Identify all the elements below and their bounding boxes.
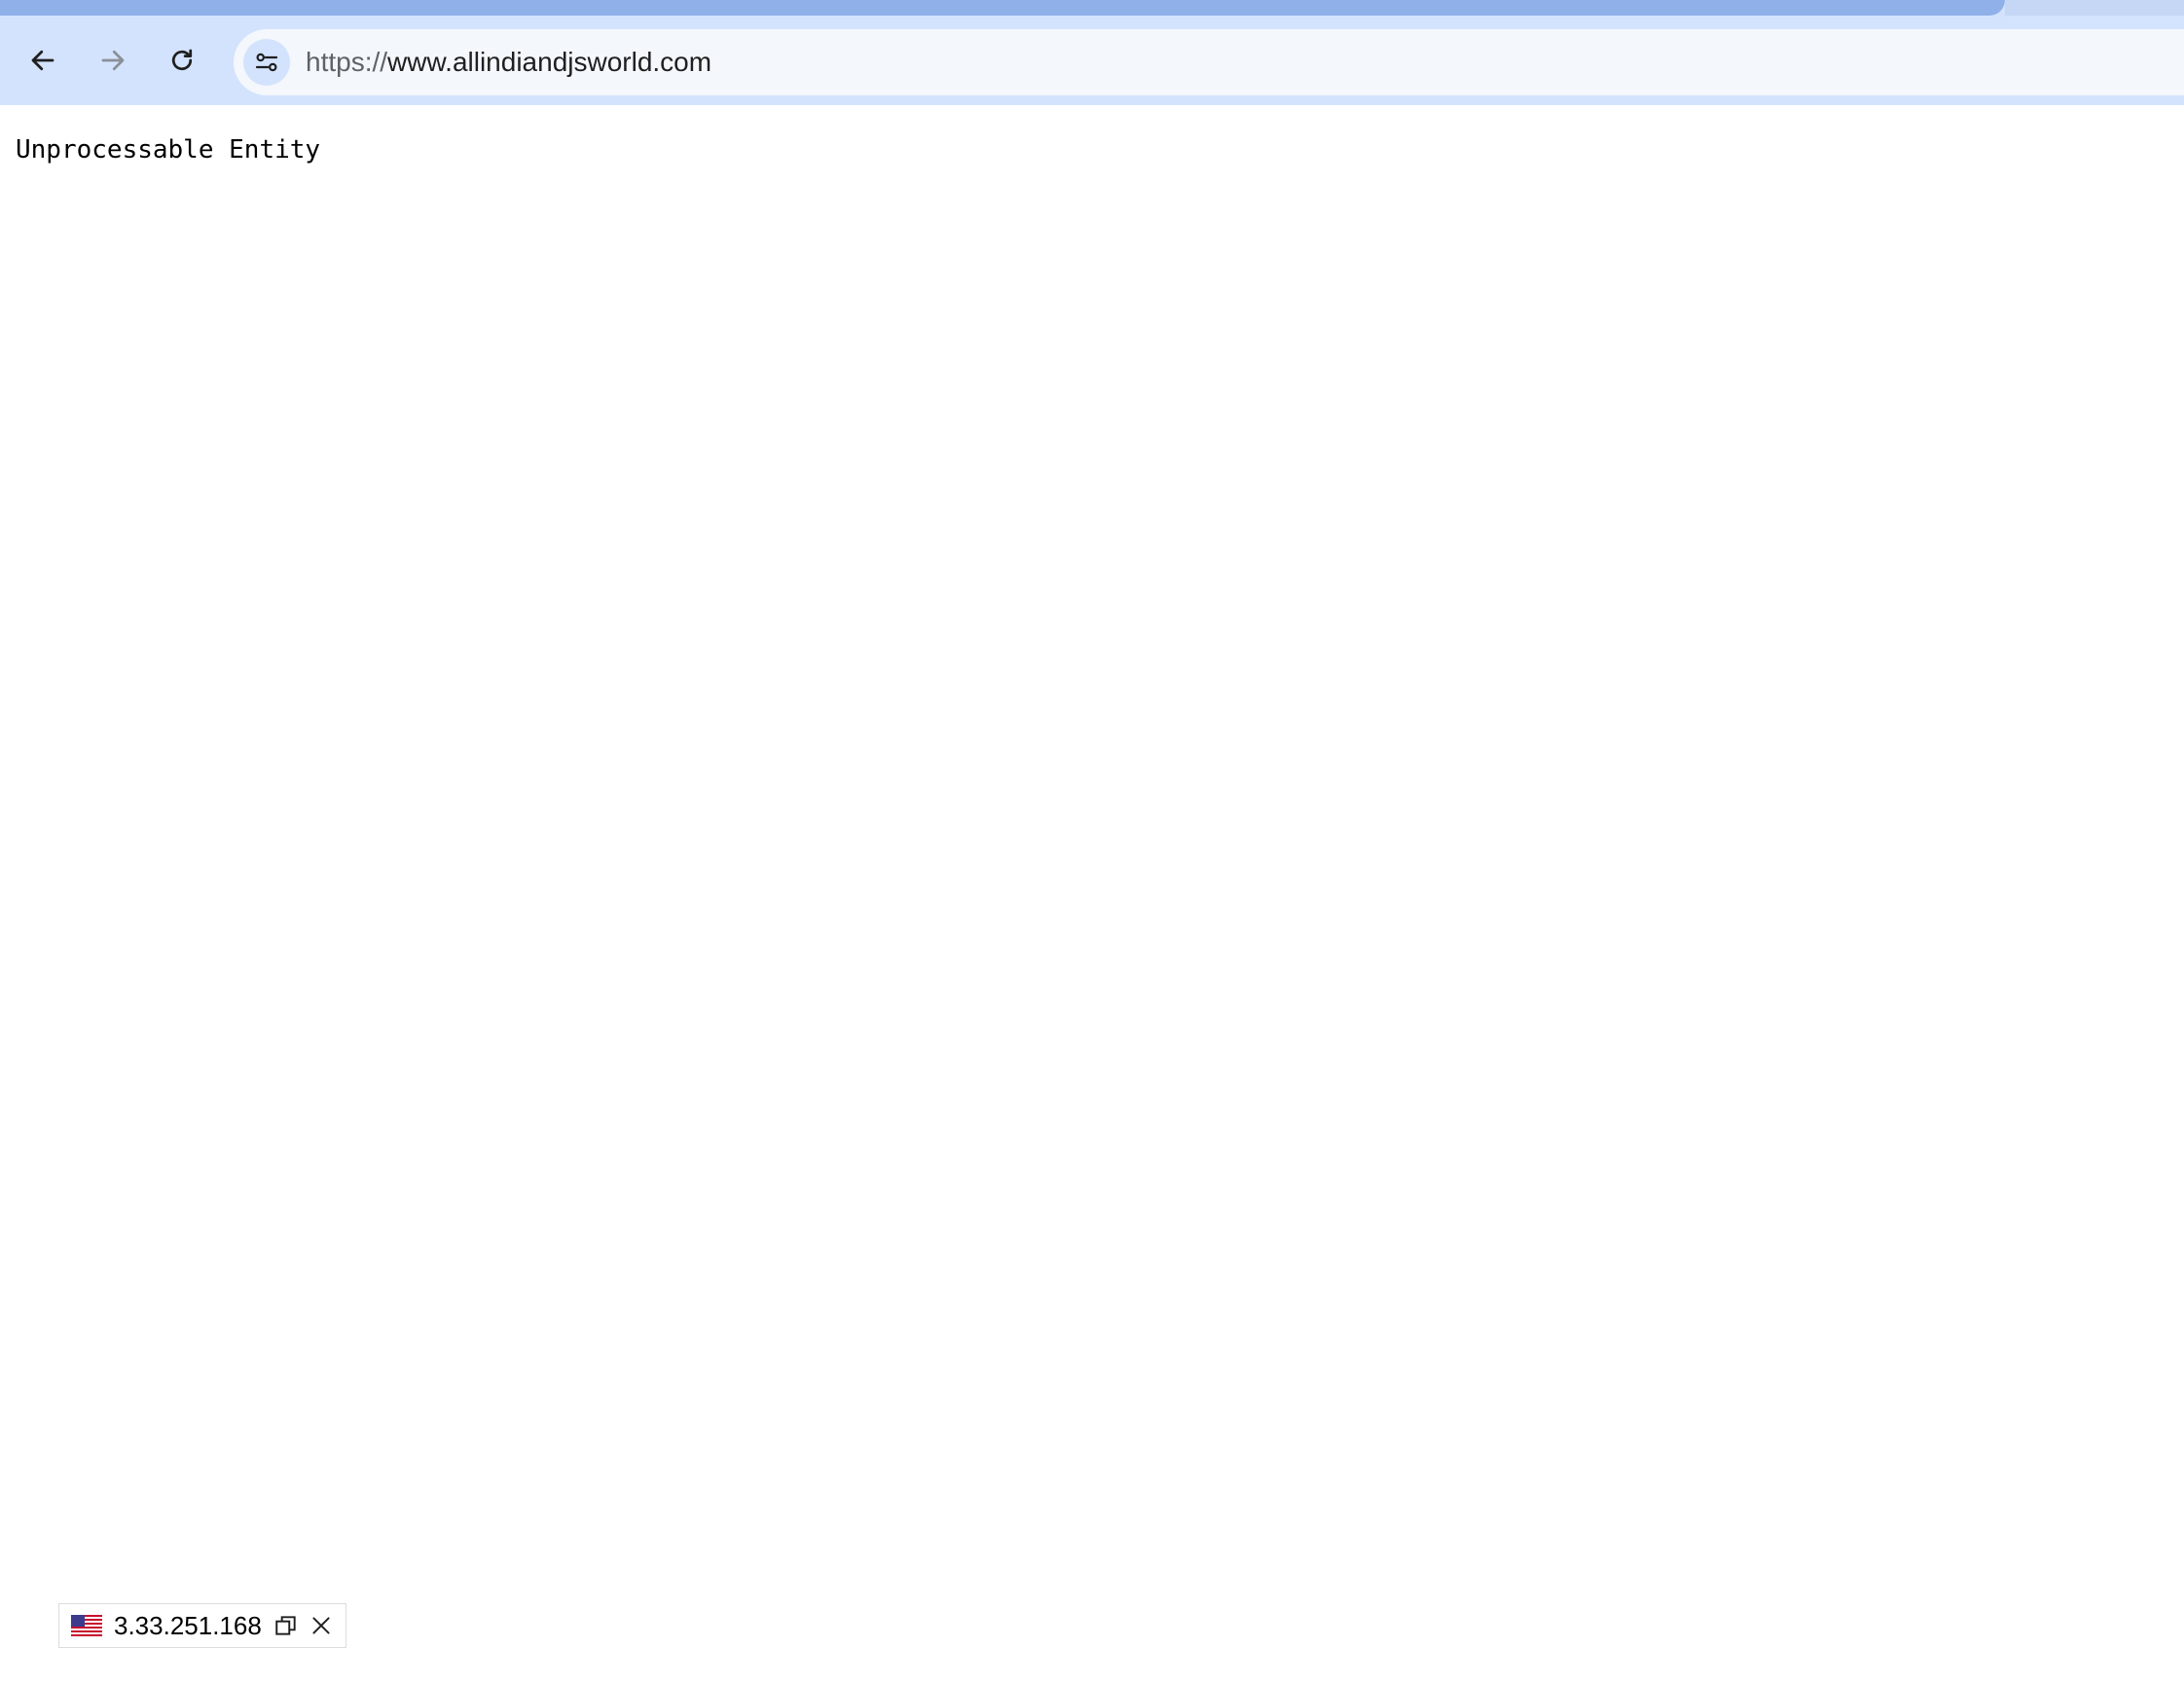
forward-button[interactable]: [91, 39, 134, 82]
error-message: Unprocessable Entity: [16, 135, 321, 165]
tab-strip-background: [2005, 0, 2184, 16]
browser-chrome: https://www.allindiandjsworld.com: [0, 0, 2184, 105]
address-bar[interactable]: https://www.allindiandjsworld.com: [234, 29, 2184, 95]
page-content: Unprocessable Entity: [0, 105, 2184, 1684]
tab-strip: [0, 0, 2005, 16]
tune-icon: [255, 53, 278, 72]
reload-button[interactable]: [161, 39, 203, 82]
url-scheme: https://: [306, 47, 388, 77]
arrow-left-icon: [31, 50, 55, 71]
site-info-button[interactable]: [243, 39, 290, 86]
copy-button[interactable]: [272, 1611, 301, 1640]
close-button[interactable]: [307, 1611, 336, 1640]
us-flag-icon: [71, 1615, 102, 1636]
ip-widget: 3.33.251.168: [58, 1603, 346, 1648]
browser-toolbar: https://www.allindiandjsworld.com: [0, 16, 2184, 105]
copy-icon: [275, 1616, 296, 1635]
close-icon: [312, 1617, 330, 1634]
url-text[interactable]: https://www.allindiandjsworld.com: [306, 29, 711, 95]
url-host: www.allindiandjsworld.com: [387, 47, 712, 77]
arrow-right-icon: [101, 50, 125, 71]
ip-address: 3.33.251.168: [114, 1610, 262, 1640]
reload-icon: [171, 49, 193, 71]
back-button[interactable]: [21, 39, 64, 82]
